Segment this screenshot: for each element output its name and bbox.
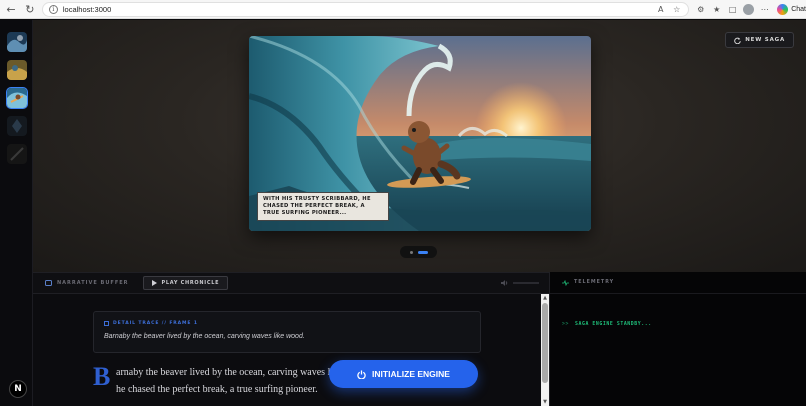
narrative-buffer-label: NARRATIVE BUFFER: [45, 280, 129, 286]
new-saga-button[interactable]: NEW SAGA: [725, 32, 794, 48]
narrative-toolbar: NARRATIVE BUFFER PLAY CHRONICLE: [33, 272, 549, 294]
narrative-buffer-text: NARRATIVE BUFFER: [57, 280, 129, 286]
volume-icon: [501, 280, 508, 286]
play-chronicle-button[interactable]: PLAY CHRONICLE: [142, 276, 229, 290]
reader-scrollbar[interactable]: ▲ ▼: [541, 294, 549, 406]
play-icon: [151, 280, 157, 286]
telemetry-log-line: >> SAGA ENGINE STANDBY...: [562, 322, 652, 327]
new-saga-label: NEW SAGA: [745, 37, 785, 43]
saga-thumbnail-3-active[interactable]: [6, 87, 28, 109]
copilot-icon: [777, 3, 789, 15]
telemetry-status: SAGA ENGINE STANDBY...: [574, 322, 652, 327]
app: N NEW SAGA WITH HIS TRUSTY SCRIBBARD, HE…: [0, 20, 806, 406]
saga-thumbnail-4[interactable]: [7, 116, 27, 136]
copilot-chat-button[interactable]: Chat: [777, 3, 806, 15]
telemetry-title: TELEMETRY: [574, 280, 615, 285]
thumbnail-image: [7, 144, 27, 164]
initialize-engine-button[interactable]: INITIALIZE ENGINE: [329, 360, 478, 388]
thumbnail-image: [7, 32, 27, 52]
telemetry-panel: TELEMETRY >> SAGA ENGINE STANDBY...: [549, 272, 806, 406]
scroll-down-icon[interactable]: ▼: [542, 399, 548, 405]
saga-sidebar: N: [0, 20, 33, 406]
pager-dot-1[interactable]: [409, 250, 413, 254]
address-bar[interactable]: i localhost:3000 A ☆: [41, 1, 690, 17]
back-icon[interactable]: ←: [3, 1, 19, 17]
thumbnail-image: [7, 116, 27, 136]
thumbnail-image: [7, 88, 27, 108]
reload-icon[interactable]: ↻: [22, 1, 38, 17]
saga-thumbnail-5[interactable]: [7, 144, 27, 164]
profile-avatar[interactable]: [743, 3, 755, 15]
buffer-icon: [45, 280, 52, 286]
favorite-star-icon[interactable]: ☆: [671, 4, 682, 15]
detail-trace-heading-text: DETAIL TRACE // FRAME 1: [113, 321, 198, 326]
volume-control[interactable]: [501, 280, 539, 286]
comic-caption: WITH HIS TRUSTY SCRIBBARD, HE CHASED THE…: [257, 192, 389, 221]
chat-label: Chat: [791, 5, 806, 13]
extensions-icon[interactable]: ⚙: [695, 4, 706, 15]
favorites-icon[interactable]: ★: [711, 4, 722, 15]
saga-thumbnail-1[interactable]: [7, 32, 27, 52]
nextjs-logo-icon[interactable]: N: [9, 380, 27, 398]
url-text: localhost:3000: [62, 4, 112, 14]
site-info-icon[interactable]: i: [48, 4, 58, 14]
story-line-2: he chased the perfect break, a true surf…: [116, 384, 318, 395]
power-icon: [357, 369, 366, 379]
detail-trace-card: DETAIL TRACE // FRAME 1 Barnaby the beav…: [93, 311, 481, 353]
pager-dot-2-active[interactable]: [417, 250, 428, 254]
saga-thumbnail-2[interactable]: [7, 60, 27, 80]
detail-trace-text: Barnaby the beaver lived by the ocean, c…: [104, 333, 305, 340]
trace-icon: [104, 321, 109, 326]
browser-toolbar: ← ↻ i localhost:3000 A ☆ ⚙ ★ □ ⋯ Chat: [0, 0, 806, 19]
image-stage: NEW SAGA WITH HIS TRUSTY SCRIBBARD, HE C…: [33, 20, 806, 272]
more-menu-icon[interactable]: ⋯: [759, 4, 770, 15]
detail-trace-heading: DETAIL TRACE // FRAME 1: [104, 321, 198, 326]
play-chronicle-label: PLAY CHRONICLE: [161, 280, 220, 286]
frame-pager: [400, 246, 437, 258]
volume-slider[interactable]: [513, 282, 539, 284]
scroll-up-icon[interactable]: ▲: [542, 295, 548, 301]
activity-icon: [562, 279, 569, 286]
story-line-1: arnaby the beaver lived by the ocean, ca…: [116, 367, 334, 378]
story-illustration: WITH HIS TRUSTY SCRIBBARD, HE CHASED THE…: [249, 36, 591, 231]
read-aloud-icon[interactable]: A: [655, 4, 666, 15]
story-reader: DETAIL TRACE // FRAME 1 Barnaby the beav…: [33, 294, 541, 406]
story-dropcap: B: [93, 362, 111, 391]
scrollbar-thumb[interactable]: [542, 303, 548, 383]
collections-icon[interactable]: □: [727, 4, 738, 15]
telemetry-header: TELEMETRY: [550, 272, 806, 294]
telemetry-prompt: >>: [562, 322, 569, 327]
refresh-icon: [734, 37, 742, 44]
initialize-engine-label: INITIALIZE ENGINE: [372, 369, 450, 379]
thumbnail-image: [7, 60, 27, 80]
